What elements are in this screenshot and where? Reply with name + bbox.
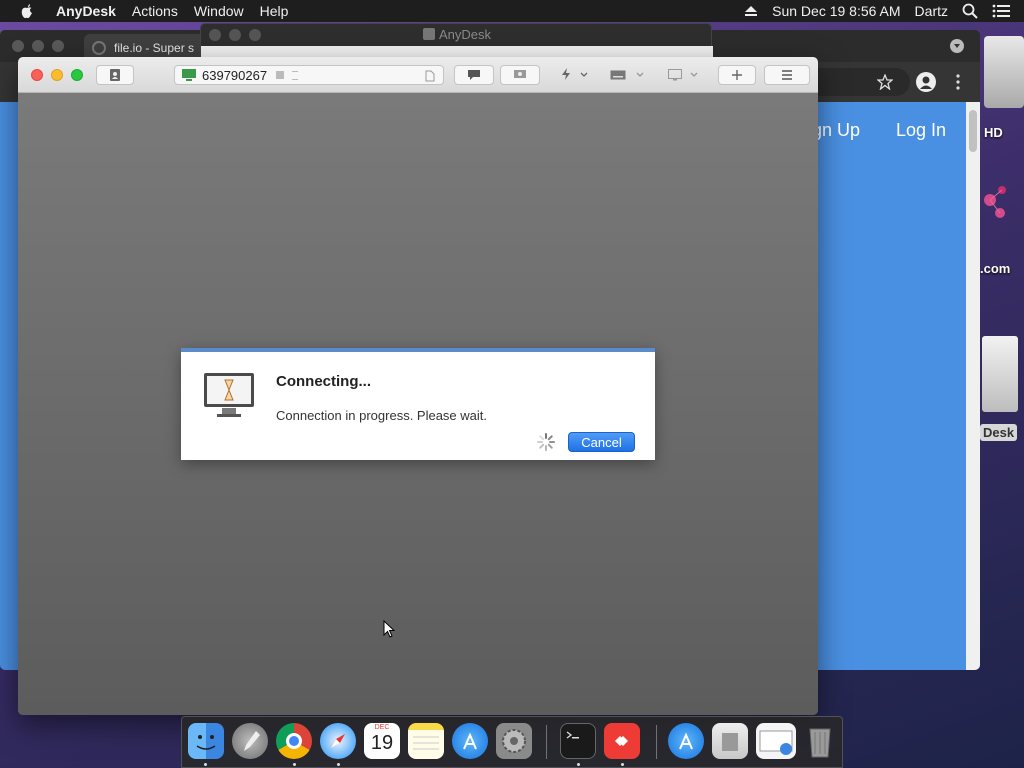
menu-actions[interactable]: Actions — [132, 3, 178, 19]
monitor-hourglass-icon — [204, 373, 254, 417]
request-control-button[interactable] — [500, 65, 540, 85]
user-menu[interactable]: Dartz — [915, 3, 948, 19]
menu-bar: AnyDesk Actions Window Help Sun Dec 19 8… — [0, 0, 1024, 22]
system-preferences-icon[interactable] — [496, 723, 532, 759]
dock: DEC 19 — [181, 716, 843, 768]
clock[interactable]: Sun Dec 19 8:56 AM — [772, 3, 900, 19]
apple-menu-icon[interactable] — [20, 0, 40, 22]
anydesk-icon[interactable] — [604, 723, 640, 759]
chat-button[interactable] — [454, 65, 494, 85]
desktop-icon-anydesk-label: Desk — [980, 424, 1018, 441]
safari-running-indicator — [337, 763, 340, 766]
app-store-icon[interactable] — [452, 723, 488, 759]
eject-icon[interactable] — [744, 5, 758, 17]
finder-running-indicator — [204, 763, 207, 766]
remote-id: 639790267 — [202, 67, 268, 83]
trash-icon[interactable] — [802, 723, 838, 759]
file-icon — [425, 70, 435, 82]
mouse-cursor-icon — [383, 620, 396, 638]
browser-minimize-button[interactable] — [32, 40, 44, 52]
chat-icon — [468, 70, 480, 80]
new-tab-button[interactable] — [718, 65, 756, 85]
finder-icon[interactable] — [188, 723, 224, 759]
chrome-running-indicator — [293, 763, 296, 766]
connecting-dialog: Connecting... Connection in progress. Pl… — [181, 348, 655, 460]
tab-title: file.io - Super s — [114, 41, 195, 55]
browser-close-button[interactable] — [12, 40, 24, 52]
calendar-day: 19 — [370, 732, 394, 754]
scrollbar-thumb[interactable] — [969, 110, 977, 152]
desktop-icon-website-label: .com — [980, 261, 1011, 276]
signup-link[interactable]: gn Up — [812, 120, 860, 141]
spotlight-search-icon[interactable] — [962, 3, 978, 19]
hourglass-small-icon — [292, 70, 299, 80]
hamburger-menu-icon — [782, 70, 792, 80]
tab-menu-icon[interactable] — [950, 39, 964, 53]
launchpad-icon[interactable] — [232, 723, 268, 759]
address-book-icon — [110, 69, 120, 81]
chevron-down-icon — [580, 72, 588, 77]
notification-center-icon[interactable] — [992, 4, 1010, 18]
chrome-icon[interactable] — [276, 723, 312, 759]
remote-address-field[interactable]: 639790267 — [174, 65, 444, 85]
chevron-down-icon — [690, 72, 698, 77]
anydesk-running-indicator — [621, 763, 624, 766]
documents-stack-icon[interactable] — [712, 723, 748, 759]
session-toolbar: 639790267 — [18, 57, 818, 93]
terminal-icon[interactable] — [560, 723, 596, 759]
menu-window[interactable]: Window — [194, 3, 244, 19]
network-graphic-icon — [984, 186, 1006, 218]
preview-stack-icon[interactable] — [756, 723, 796, 759]
calendar-icon[interactable]: DEC 19 — [364, 723, 400, 759]
desktop-icon-hd-label: HD — [984, 125, 1003, 140]
profile-avatar-icon[interactable] — [916, 72, 936, 92]
keyboard-dropdown[interactable] — [610, 67, 646, 83]
app-menu[interactable]: AnyDesk — [56, 3, 116, 19]
remote-desktop-icon — [182, 69, 196, 81]
keyboard-icon — [610, 70, 626, 80]
address-book-button[interactable] — [96, 65, 134, 85]
desktop-icon-hd[interactable]: HD — [980, 36, 1024, 146]
bookmark-star-icon[interactable] — [877, 74, 893, 90]
actions-dropdown[interactable] — [560, 67, 592, 83]
login-link[interactable]: Log In — [896, 120, 946, 141]
tab-favicon-icon — [92, 41, 106, 55]
loading-spinner-icon — [537, 433, 555, 451]
session-close-button[interactable] — [31, 69, 43, 81]
browser-zoom-button[interactable] — [52, 40, 64, 52]
lock-icon — [276, 71, 285, 79]
terminal-running-indicator — [577, 763, 580, 766]
safari-icon[interactable] — [320, 723, 356, 759]
desktop-icon-anydesk-dmg[interactable]: Desk — [980, 332, 1024, 444]
chevron-down-icon — [636, 72, 644, 77]
lightning-icon — [562, 68, 570, 80]
notes-icon[interactable] — [408, 723, 444, 759]
session-minimize-button[interactable] — [51, 69, 63, 81]
applications-folder-icon[interactable] — [668, 723, 704, 759]
menu-help[interactable]: Help — [260, 3, 289, 19]
page-scrollbar[interactable] — [966, 102, 980, 670]
browser-menu-icon[interactable] — [956, 73, 960, 91]
disk-icon — [422, 28, 435, 40]
cancel-button[interactable]: Cancel — [568, 432, 635, 452]
dialog-message: Connection in progress. Please wait. — [276, 408, 488, 423]
dialog-title: Connecting... — [276, 373, 371, 390]
main-menu-button[interactable] — [764, 65, 810, 85]
anydesk-main-title: AnyDesk — [201, 27, 713, 42]
calendar-month: DEC — [374, 724, 390, 731]
desktop-icon-website[interactable]: .com — [980, 170, 1024, 280]
plus-icon — [732, 70, 742, 80]
dock-separator — [656, 725, 657, 759]
display-dropdown[interactable] — [668, 67, 702, 83]
anydesk-main-window: AnyDesk — [200, 23, 713, 58]
presenter-icon — [514, 70, 526, 78]
session-zoom-button[interactable] — [71, 69, 83, 81]
monitor-icon — [668, 69, 682, 81]
dock-separator — [546, 725, 547, 759]
